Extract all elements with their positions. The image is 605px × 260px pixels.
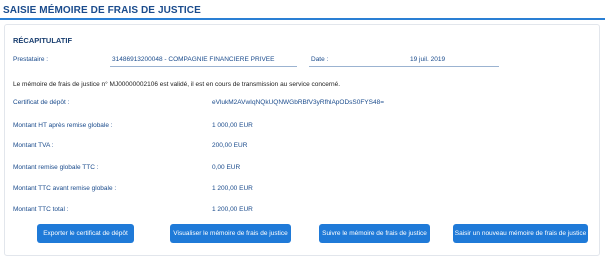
amount-ttc-before-value: 1 200,00 EUR: [212, 185, 253, 192]
view-memoire-button[interactable]: Visualiser le mémoire de frais de justic…: [170, 224, 291, 243]
global-discount-label: Montant remise globale TTC :: [13, 164, 99, 171]
date-label: Date :: [311, 56, 329, 63]
date-underline: [309, 66, 499, 67]
prestataire-underline: [110, 66, 297, 67]
amount-ht-label: Montant HT après remise globale :: [13, 122, 113, 129]
export-certificate-button[interactable]: Exporter le certificat de dépôt: [37, 224, 134, 243]
deposit-certificate-value: eVlukM2AVwIqNQkUQNWGbRBfV3yRfhlApODsS0FY…: [212, 99, 385, 106]
amount-ttc-total-label: Montant TTC total :: [13, 206, 69, 213]
prestataire-label: Prestataire :: [13, 56, 49, 63]
page-title: Saisie mémoire de frais de justice: [3, 5, 201, 16]
amount-ht-value: 1 000,00 EUR: [212, 122, 253, 129]
section-title: Récapitulatif: [13, 36, 73, 45]
validation-message: Le mémoire de frais de justice n° MJ0000…: [13, 81, 341, 88]
date-value: 19 juil. 2019: [410, 56, 446, 63]
deposit-certificate-label: Certificat de dépôt :: [13, 99, 70, 106]
new-memoire-button[interactable]: Saisir un nouveau mémoire de frais de ju…: [453, 224, 588, 243]
amount-ttc-before-label: Montant TTC avant remise globale :: [13, 185, 117, 192]
amount-ttc-total-value: 1 200,00 EUR: [212, 206, 253, 213]
prestataire-value: 31486913200048 - COMPAGNIE FINANCIERE PR…: [112, 56, 275, 63]
track-memoire-button[interactable]: Suivre le mémoire de frais de justice: [319, 224, 430, 243]
amount-tva-value: 200,00 EUR: [212, 142, 248, 149]
summary-panel: [4, 24, 600, 256]
amount-tva-label: Montant TVA :: [13, 142, 54, 149]
global-discount-value: 0,00 EUR: [212, 164, 241, 171]
title-divider: [0, 18, 605, 20]
